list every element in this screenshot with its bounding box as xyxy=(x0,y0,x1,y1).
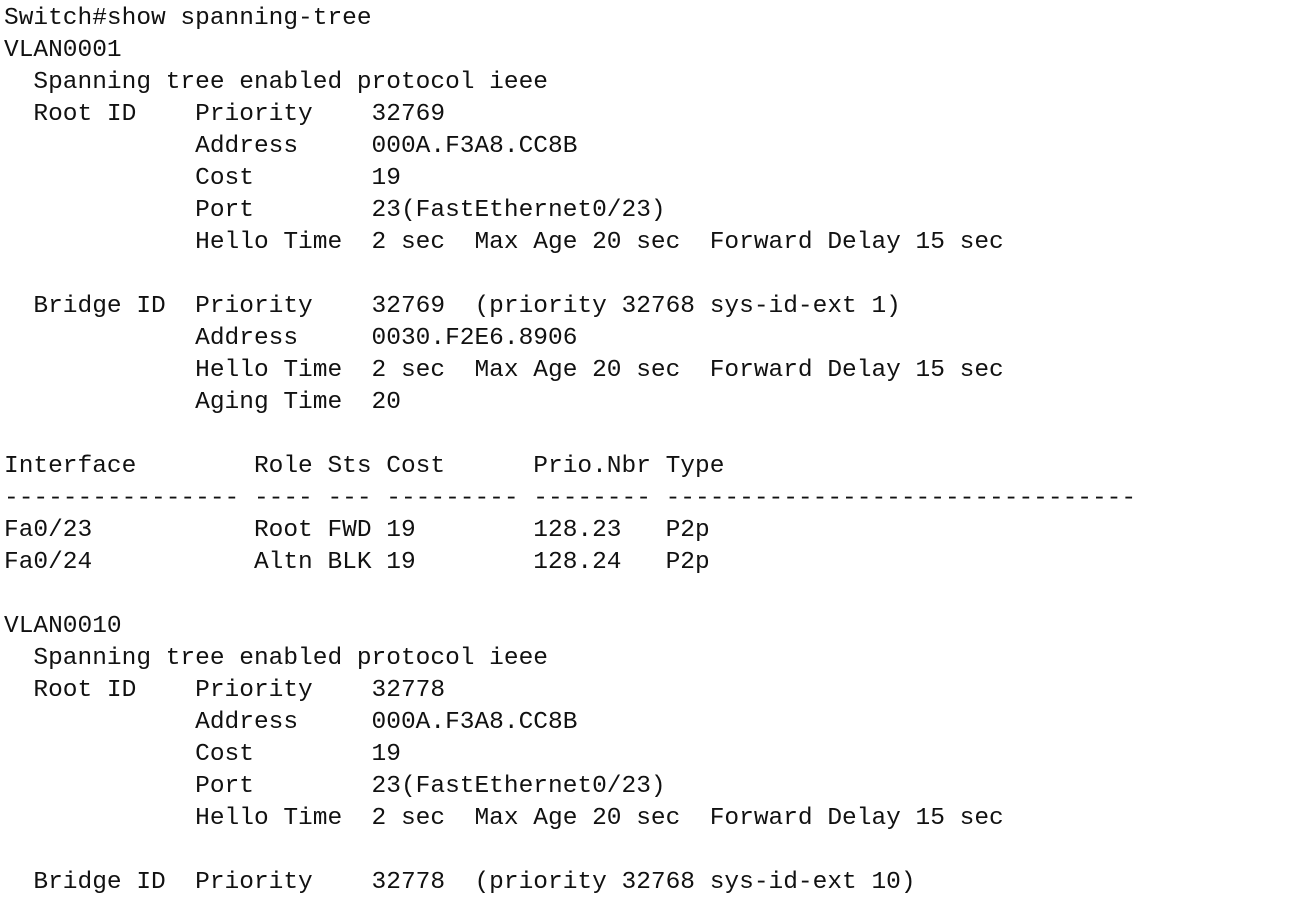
interface-table-separator: ---------------- ---- --- --------- ----… xyxy=(4,485,1137,512)
terminal-line: Root ID Priority 32778 xyxy=(4,677,446,704)
terminal-line: Address 000A.F3A8.CC8B xyxy=(4,133,578,160)
terminal-line: Spanning tree enabled protocol ieee xyxy=(4,69,548,96)
terminal-line: Port 23(FastEthernet0/23) xyxy=(4,773,666,800)
terminal-window[interactable]: Switch#show spanning-tree VLAN0001 Spanni… xyxy=(4,3,1304,915)
interface-table-row: Fa0/23 Root FWD 19 128.23 P2p xyxy=(4,517,710,544)
terminal-line: Bridge ID Priority 32778 (priority 32768… xyxy=(4,869,916,896)
terminal-line: Bridge ID Priority 32769 (priority 32768… xyxy=(4,293,901,320)
interface-table-header: Interface Role Sts Cost Prio.Nbr Type xyxy=(4,453,725,480)
terminal-line: Port 23(FastEthernet0/23) xyxy=(4,197,666,224)
terminal-line: Hello Time 2 sec Max Age 20 sec Forward … xyxy=(4,357,1004,384)
terminal-line-command: Switch#show spanning-tree xyxy=(4,5,372,32)
terminal-line: Aging Time 20 xyxy=(4,389,401,416)
terminal-line: Address 0030.F2E6.8906 xyxy=(4,325,578,352)
terminal-line: Hello Time 2 sec Max Age 20 sec Forward … xyxy=(4,805,1004,832)
terminal-line-vlan1-header: VLAN0001 xyxy=(4,37,122,64)
terminal-line-vlan10-header: VLAN0010 xyxy=(4,613,122,640)
terminal-line: Spanning tree enabled protocol ieee xyxy=(4,645,548,672)
terminal-line: Cost 19 xyxy=(4,741,401,768)
terminal-line: Address 000A.F3A8.CC8B xyxy=(4,709,578,736)
interface-table-row: Fa0/24 Altn BLK 19 128.24 P2p xyxy=(4,549,710,576)
terminal-output[interactable]: Switch#show spanning-tree VLAN0001 Spanni… xyxy=(4,3,1304,899)
terminal-line: Hello Time 2 sec Max Age 20 sec Forward … xyxy=(4,229,1004,256)
terminal-line: Root ID Priority 32769 xyxy=(4,101,446,128)
terminal-line: Cost 19 xyxy=(4,165,401,192)
